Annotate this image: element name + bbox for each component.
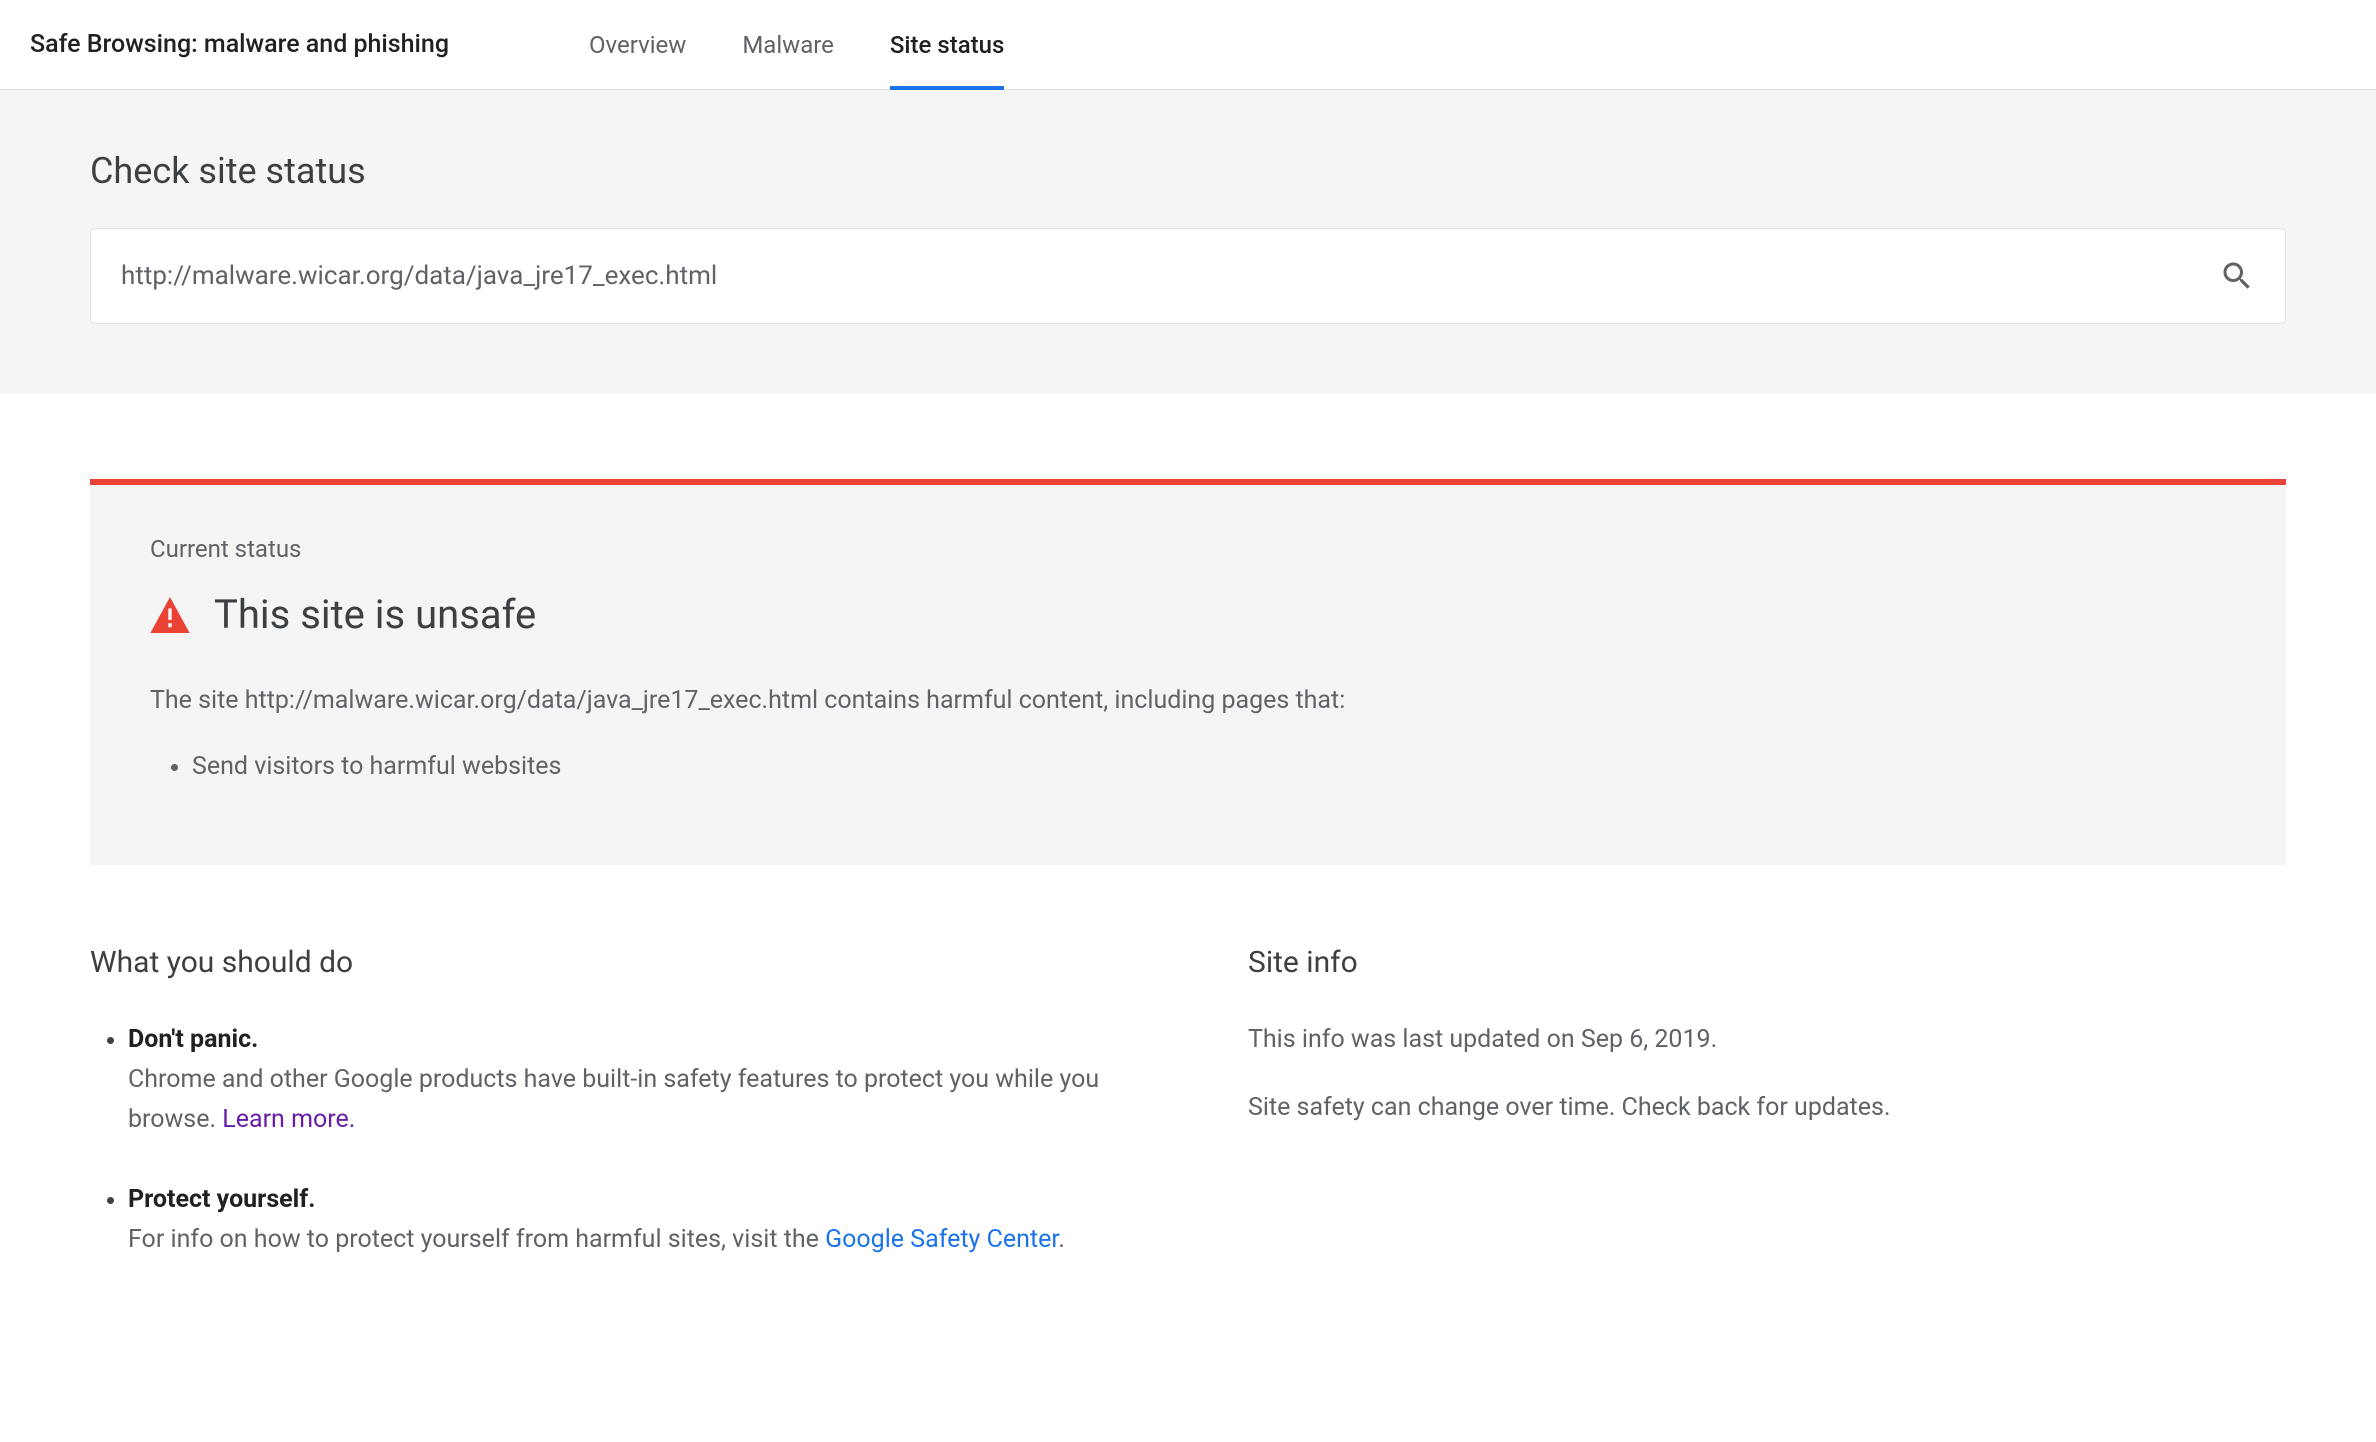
page-header: Safe Browsing: malware and phishing Over… xyxy=(0,0,2376,90)
tab-overview[interactable]: Overview xyxy=(589,0,686,89)
advice-item-dont-panic: Don't panic. Chrome and other Google pro… xyxy=(128,1020,1188,1140)
status-list-item: Send visitors to harmful websites xyxy=(192,748,2226,786)
status-list: Send visitors to harmful websites xyxy=(150,748,2226,786)
check-section: Check site status xyxy=(0,90,2376,394)
advice-column: What you should do Don't panic. Chrome a… xyxy=(90,945,1188,1300)
advice-item-protect: Protect yourself. For info on how to pro… xyxy=(128,1180,1188,1260)
header-title: Safe Browsing: malware and phishing xyxy=(30,30,449,59)
warning-icon xyxy=(150,597,190,633)
search-icon xyxy=(2219,258,2255,294)
advice-item-suffix: . xyxy=(1058,1225,1065,1254)
info-column: Site info This info was last updated on … xyxy=(1248,945,2286,1300)
search-box xyxy=(90,228,2286,324)
advice-item-title: Protect yourself. xyxy=(128,1185,316,1214)
tab-malware[interactable]: Malware xyxy=(742,0,834,89)
advice-item-title: Don't panic. xyxy=(128,1025,258,1054)
status-title: This site is unsafe xyxy=(214,591,536,638)
content: Current status This site is unsafe The s… xyxy=(0,479,2376,1300)
check-title: Check site status xyxy=(90,150,2286,192)
columns: What you should do Don't panic. Chrome a… xyxy=(90,945,2286,1300)
advice-list: Don't panic. Chrome and other Google pro… xyxy=(90,1020,1188,1260)
learn-more-link[interactable]: Learn more. xyxy=(222,1105,355,1134)
status-card: Current status This site is unsafe The s… xyxy=(90,479,2286,865)
url-input[interactable] xyxy=(121,261,2219,291)
info-updated: This info was last updated on Sep 6, 201… xyxy=(1248,1020,2286,1060)
advice-heading: What you should do xyxy=(90,945,1188,980)
tabs: Overview Malware Site status xyxy=(589,0,1004,89)
status-label: Current status xyxy=(150,535,2226,563)
safety-center-link[interactable]: Google Safety Center xyxy=(825,1225,1058,1254)
tab-site-status[interactable]: Site status xyxy=(890,0,1004,89)
info-note: Site safety can change over time. Check … xyxy=(1248,1088,2286,1128)
advice-item-body: For info on how to protect yourself from… xyxy=(128,1225,825,1254)
search-button[interactable] xyxy=(2219,258,2255,294)
status-heading: This site is unsafe xyxy=(150,591,2226,638)
status-description: The site http://malware.wicar.org/data/j… xyxy=(150,682,2226,720)
info-heading: Site info xyxy=(1248,945,2286,980)
